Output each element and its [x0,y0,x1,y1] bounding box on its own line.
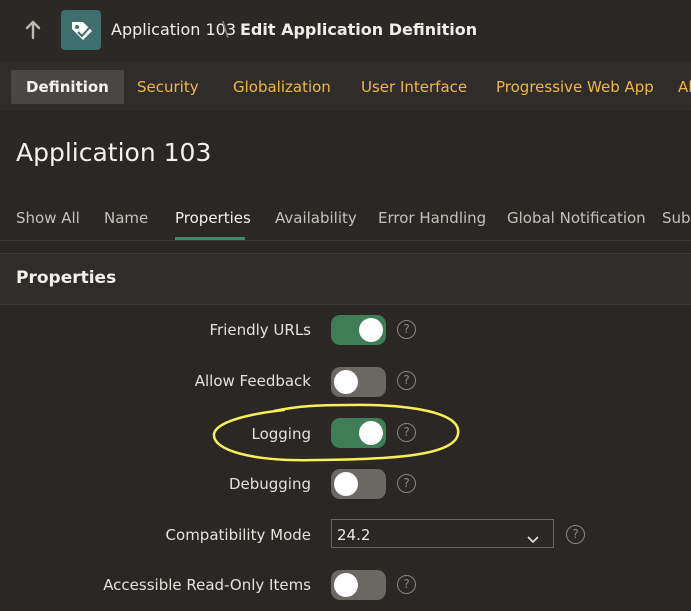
subtab-availability[interactable]: Availability [275,209,357,227]
help-icon[interactable]: ? [397,320,416,339]
toggle-knob [334,573,358,597]
subtab-global-notification[interactable]: Global Notification [507,209,646,227]
compatibility-mode-select[interactable]: 24.2 [331,519,554,548]
help-icon[interactable]: ? [397,474,416,493]
subtab-name[interactable]: Name [104,209,148,227]
app-tag-icon [61,10,101,50]
toggle-knob [334,472,358,496]
accessible-read-only-toggle[interactable] [331,570,386,600]
up-arrow-icon[interactable] [22,18,44,42]
debugging-toggle[interactable] [331,469,386,499]
subtab-show-all[interactable]: Show All [16,209,80,227]
help-icon[interactable]: ? [566,525,585,544]
compatibility-mode-value: 24.2 [337,526,371,544]
header-bar: Application 103 \ Edit Application Defin… [0,0,691,62]
subtab-error-handling[interactable]: Error Handling [378,209,486,227]
breadcrumb-separator: \ [222,17,229,41]
toggle-knob [359,318,383,342]
chevron-down-icon [527,529,539,544]
subtab-properties[interactable]: Properties [175,209,251,227]
debugging-label: Debugging [228,475,311,493]
tab-truncated[interactable]: Al [678,78,691,96]
tab-globalization[interactable]: Globalization [233,78,331,96]
allow-feedback-toggle[interactable] [331,367,386,397]
allow-feedback-label: Allow Feedback [194,372,311,390]
tab-definition[interactable]: Definition [11,70,124,104]
tab-security[interactable]: Security [137,78,199,96]
breadcrumb-current-page: Edit Application Definition [240,20,478,39]
tab-user-interface[interactable]: User Interface [361,78,467,96]
definition-tabs: Definition Security Globalization User I… [0,62,691,112]
compatibility-mode-label: Compatibility Mode [165,526,311,544]
help-icon[interactable]: ? [397,575,416,594]
subtab-substitutions[interactable]: Subs [662,209,691,227]
toggle-knob [334,370,358,394]
breadcrumb-app-link[interactable]: Application 103 [111,20,236,39]
help-icon[interactable]: ? [397,371,416,390]
section-title: Properties [16,268,117,288]
page-title: Application 103 [16,138,212,167]
accessible-read-only-label: Accessible Read-Only Items [103,576,311,594]
friendly-urls-toggle[interactable] [331,315,386,345]
subtab-divider [0,240,691,241]
friendly-urls-label: Friendly URLs [209,321,311,339]
tab-progressive-web-app[interactable]: Progressive Web App [496,78,654,96]
highlight-annotation [212,403,460,462]
